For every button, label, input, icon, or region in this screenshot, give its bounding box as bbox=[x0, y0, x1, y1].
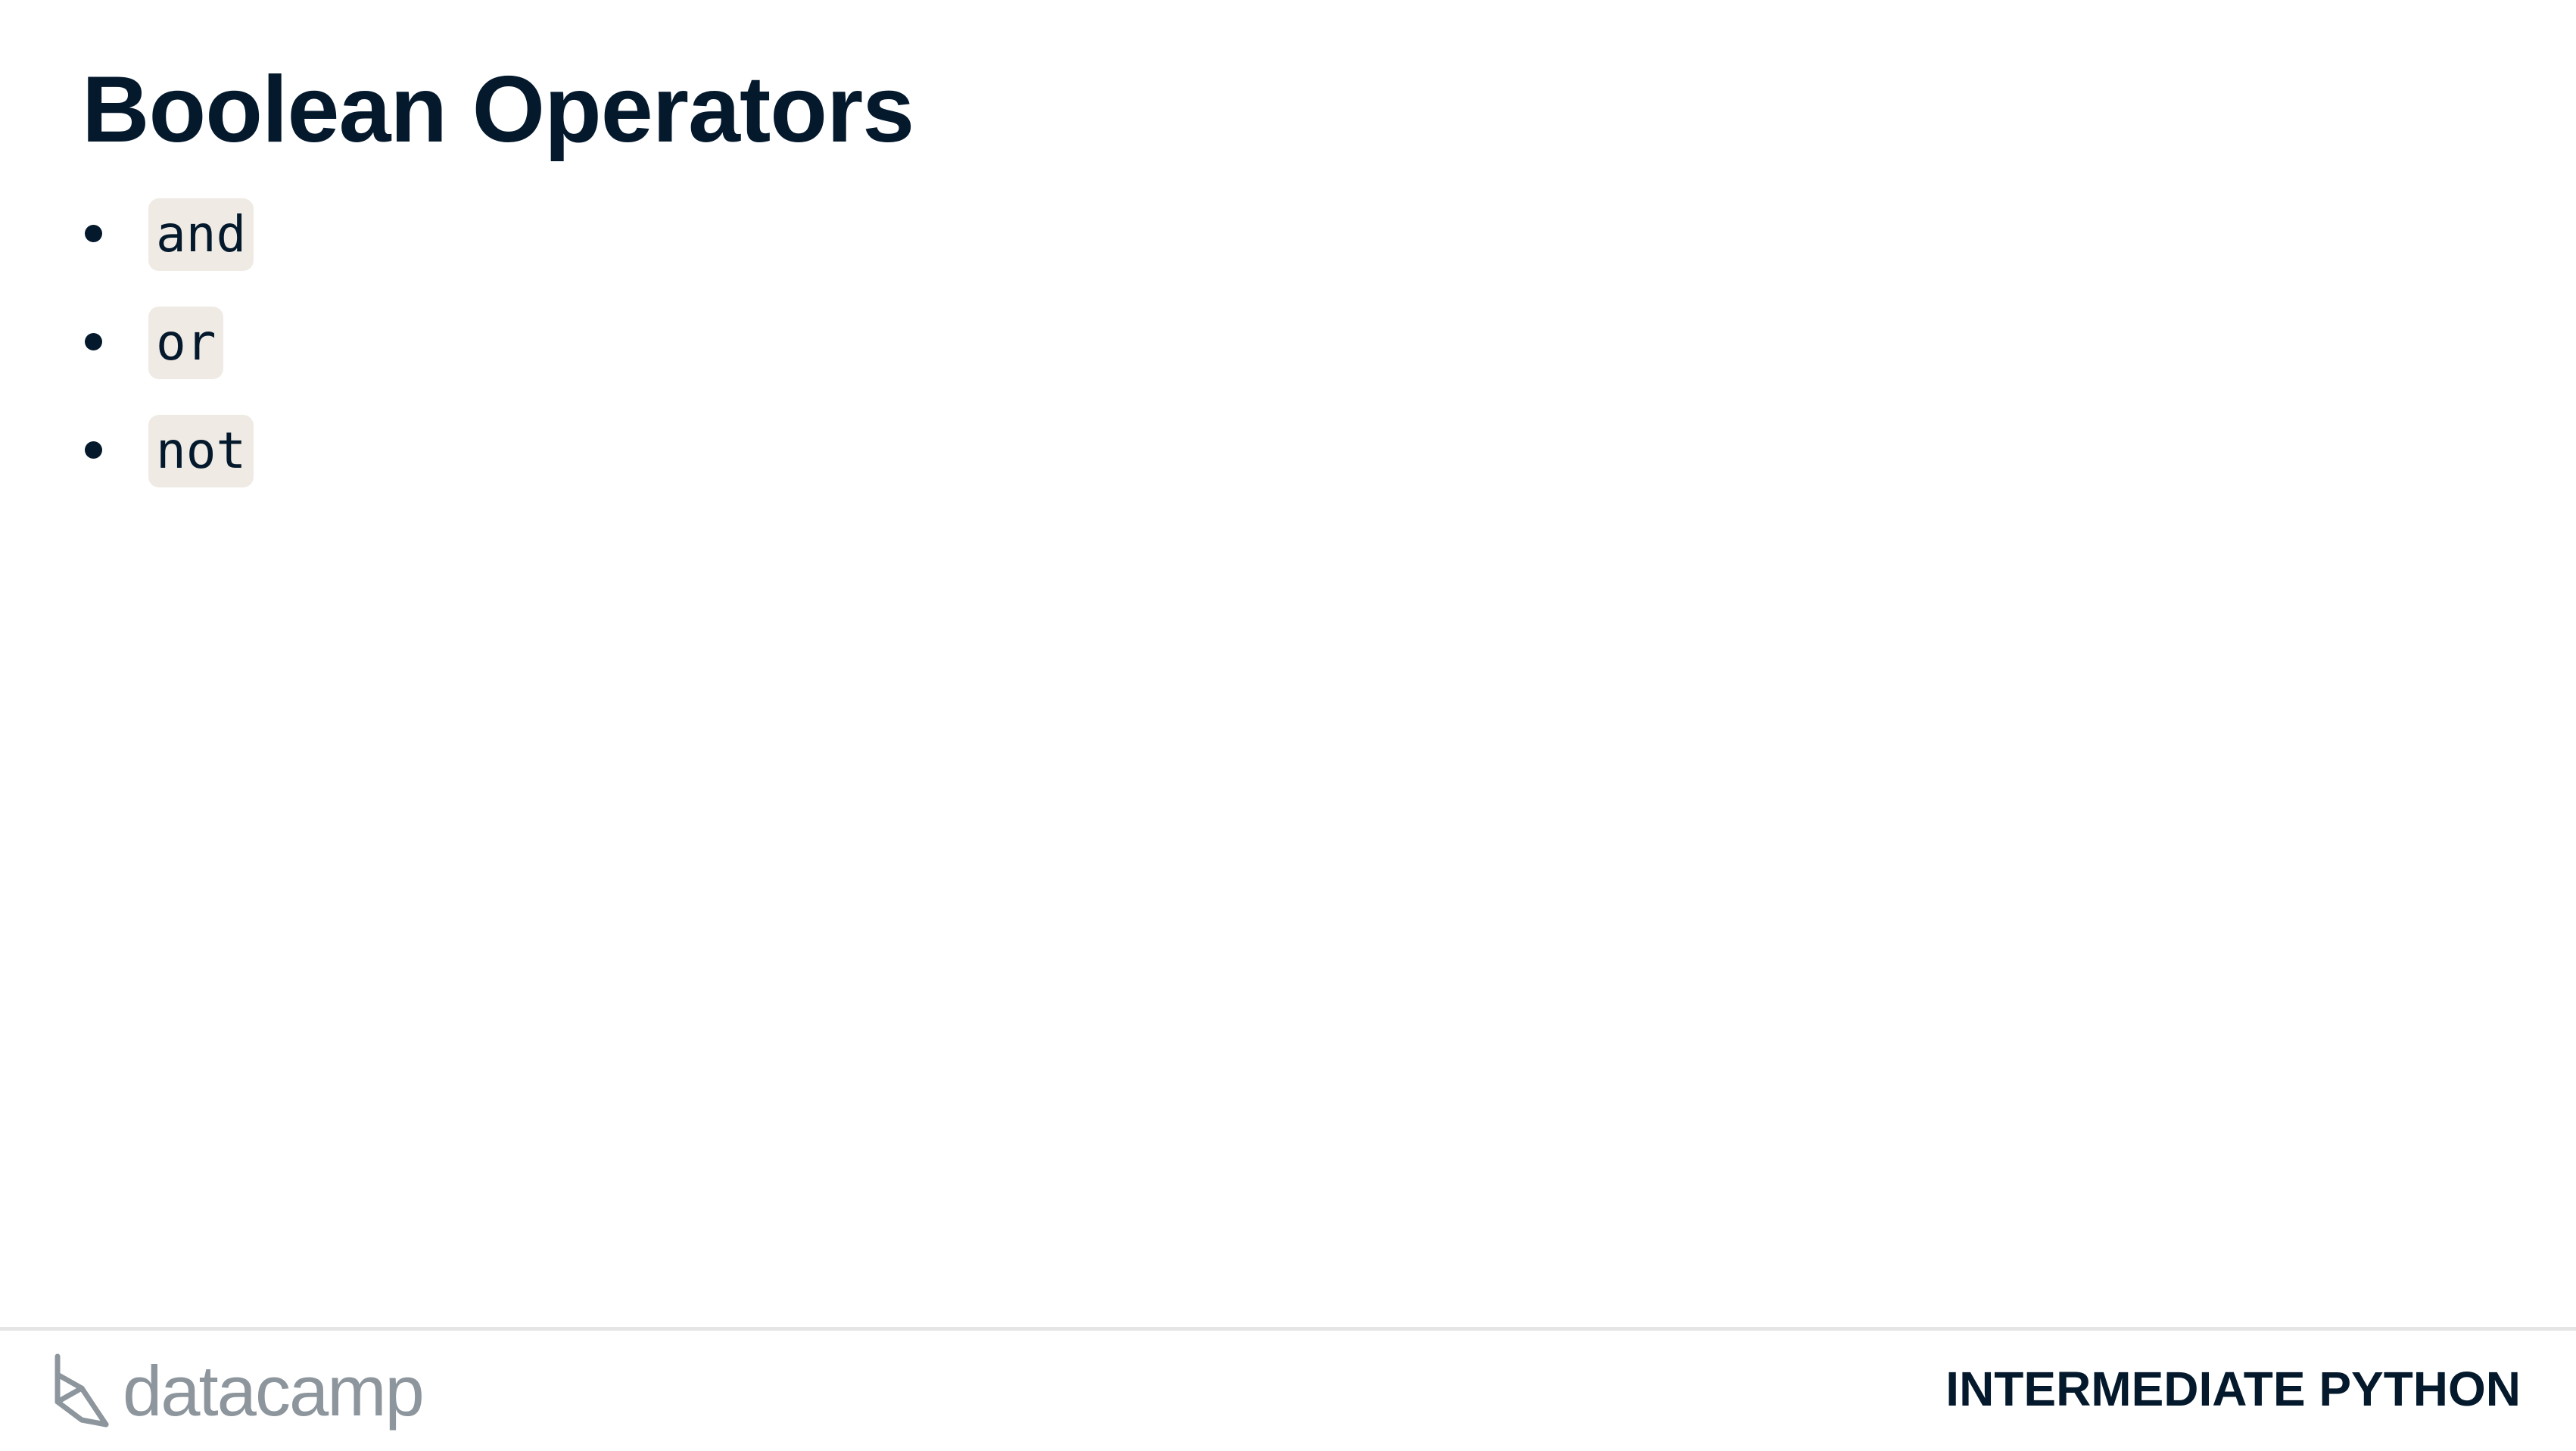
bullet-dot-icon bbox=[85, 225, 102, 242]
datacamp-logo: datacamp bbox=[53, 1350, 425, 1433]
footer-divider bbox=[0, 1327, 2576, 1331]
code-or: or bbox=[148, 307, 224, 379]
code-and: and bbox=[148, 198, 254, 271]
bullet-dot-icon bbox=[85, 441, 102, 459]
bullet-dot-icon bbox=[85, 333, 102, 350]
datacamp-logo-icon bbox=[55, 1353, 109, 1428]
slide-title: Boolean Operators bbox=[82, 58, 914, 162]
logo-wordmark: datacamp bbox=[123, 1351, 425, 1431]
code-not: not bbox=[148, 415, 254, 487]
course-name: INTERMEDIATE PYTHON bbox=[1945, 1362, 2521, 1416]
